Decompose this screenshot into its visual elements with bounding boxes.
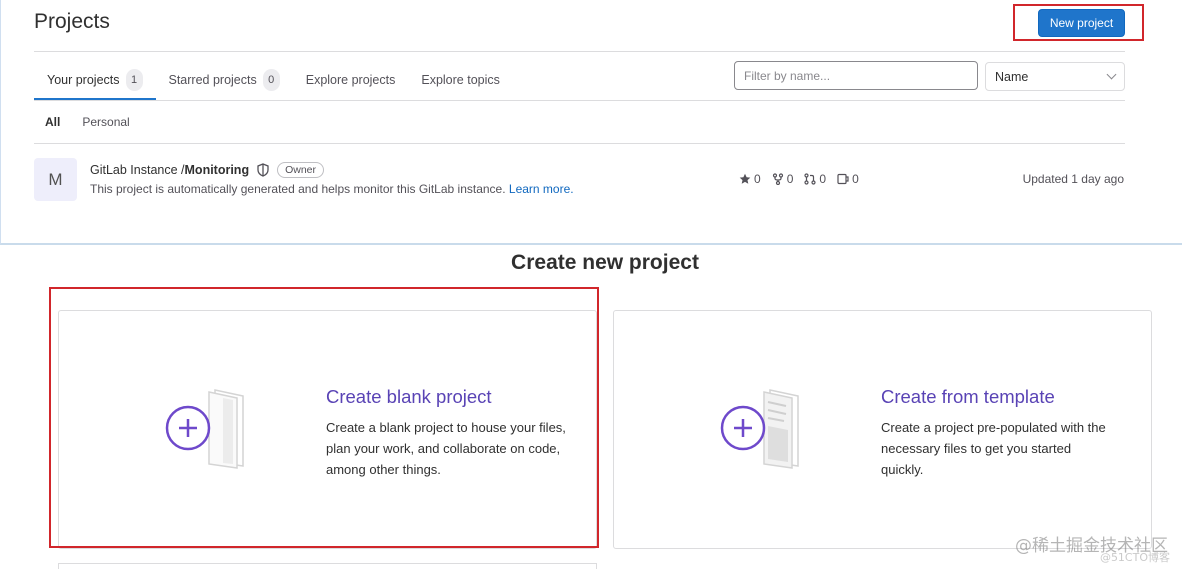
project-description: This project is automatically generated …: [90, 182, 574, 196]
template-description: Create a project pre-populated with the …: [881, 420, 1106, 477]
tabs-divider: [34, 100, 1125, 101]
stars-count: 0: [754, 172, 761, 186]
tab-label: Your projects: [47, 73, 120, 87]
create-new-project-heading: Create new project: [511, 251, 699, 274]
tab-label: Starred projects: [168, 73, 257, 87]
star-icon: [739, 173, 751, 184]
sort-dropdown[interactable]: Name: [985, 62, 1125, 91]
merge-requests-stat[interactable]: 0: [804, 172, 826, 186]
tab-label: Explore projects: [305, 73, 396, 87]
count-badge: 1: [125, 69, 143, 91]
tab-your-projects[interactable]: Your projects 1: [34, 62, 156, 100]
issues-count: 0: [852, 172, 859, 186]
learn-more-link[interactable]: Learn more.: [509, 182, 574, 196]
watermark-subtext: @51CTO博客: [1099, 551, 1170, 564]
tab-explore-topics[interactable]: Explore topics: [408, 62, 513, 98]
page-title: Projects: [34, 10, 110, 33]
projects-panel: Projects New project Your projects 1 Sta…: [0, 0, 1182, 245]
sort-value: Name: [995, 69, 1029, 84]
project-avatar[interactable]: M: [34, 158, 77, 201]
tab-explore-projects[interactable]: Explore projects: [293, 62, 409, 98]
issues-icon: [837, 173, 849, 185]
title-divider: [34, 51, 1125, 52]
subtab-all[interactable]: All: [34, 109, 71, 135]
shield-icon: [257, 163, 269, 177]
new-project-button[interactable]: New project: [1038, 9, 1125, 37]
stars-stat[interactable]: 0: [739, 172, 761, 186]
create-from-template-card[interactable]: Create from template Create a project pr…: [613, 310, 1152, 549]
template-illustration-icon: [720, 389, 799, 469]
count-badge: 0: [262, 69, 280, 91]
project-name-link[interactable]: Monitoring: [185, 163, 250, 177]
template-title[interactable]: Create from template: [881, 386, 1055, 408]
updated-time: Updated 1 day ago: [1022, 172, 1124, 186]
forks-stat[interactable]: 0: [772, 172, 794, 186]
subtabs: All Personal: [34, 109, 141, 135]
subtab-personal[interactable]: Personal: [71, 109, 140, 135]
tab-starred-projects[interactable]: Starred projects 0: [156, 62, 293, 98]
issues-stat[interactable]: 0: [837, 172, 859, 186]
merge-request-icon: [804, 173, 816, 185]
next-card-edge: [58, 563, 597, 569]
tab-label: Explore topics: [421, 73, 500, 87]
chevron-down-icon: [1106, 69, 1117, 80]
project-title-row: GitLab Instance / Monitoring Owner: [90, 162, 325, 178]
forks-count: 0: [786, 172, 794, 186]
project-stats: 0 0 0 0: [739, 172, 870, 186]
role-badge: Owner: [277, 162, 325, 178]
description-text: This project is automatically generated …: [90, 182, 506, 196]
subtabs-divider: [34, 143, 1125, 144]
project-namespace[interactable]: GitLab Instance /: [90, 163, 185, 177]
filter-by-name-input[interactable]: Filter by name...: [734, 61, 978, 90]
project-tabs: Your projects 1 Starred projects 0 Explo…: [34, 62, 513, 101]
merge-requests-count: 0: [819, 172, 827, 186]
blank-project-highlight-box: [49, 287, 599, 548]
fork-icon: [772, 173, 783, 185]
